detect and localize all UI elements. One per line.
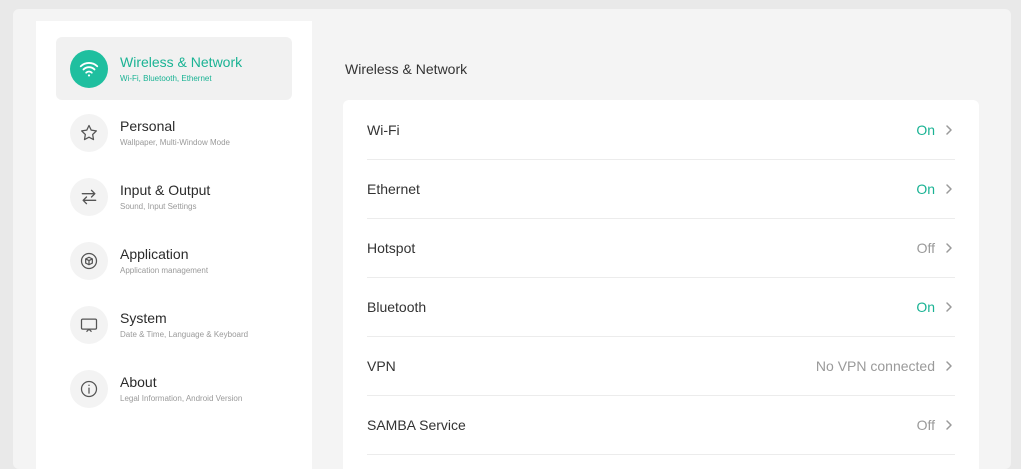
setting-row-bluetooth[interactable]: Bluetooth On (367, 277, 955, 337)
setting-label: VPN (367, 357, 396, 374)
arrows-exchange-icon (70, 177, 108, 216)
setting-row-samba[interactable]: SAMBA Service Off (367, 395, 955, 455)
sidebar-item-subtitle: Application management (120, 265, 209, 275)
sidebar-item-system[interactable]: System Date & Time, Language & Keyboard (56, 293, 292, 356)
status-value: On (916, 121, 935, 138)
sidebar: Wireless & Network Wi-Fi, Bluetooth, Eth… (36, 21, 312, 469)
sidebar-item-wireless-network[interactable]: Wireless & Network Wi-Fi, Bluetooth, Eth… (56, 37, 292, 100)
sidebar-item-input-output[interactable]: Input & Output Sound, Input Settings (56, 165, 292, 228)
page-title: Wireless & Network (345, 61, 468, 77)
wifi-icon (70, 49, 108, 88)
sidebar-item-title: About (120, 373, 157, 390)
chevron-right-icon (943, 419, 955, 431)
setting-row-ethernet[interactable]: Ethernet On (367, 159, 955, 219)
sidebar-item-title: Input & Output (120, 181, 211, 198)
chevron-right-icon (943, 301, 955, 313)
setting-label: SAMBA Service (367, 416, 466, 433)
sidebar-item-subtitle: Sound, Input Settings (120, 201, 197, 211)
setting-label: Hotspot (367, 239, 416, 256)
sidebar-item-about[interactable]: About Legal Information, Android Version (56, 357, 292, 420)
status-value: On (916, 298, 935, 315)
status-value: On (916, 180, 935, 197)
sidebar-item-subtitle: Wi-Fi, Bluetooth, Ethernet (120, 73, 212, 83)
cube-icon (70, 241, 108, 280)
status-value: Off (916, 239, 935, 256)
chevron-right-icon (943, 360, 955, 372)
info-icon (70, 369, 108, 408)
chevron-right-icon (943, 242, 955, 254)
setting-row-wifi[interactable]: Wi-Fi On (367, 100, 955, 160)
setting-row-vpn[interactable]: VPN No VPN connected (367, 336, 955, 396)
sidebar-item-title: Application (120, 245, 189, 262)
sidebar-item-application[interactable]: Application Application management (56, 229, 292, 292)
chevron-right-icon (943, 183, 955, 195)
monitor-icon (70, 305, 108, 344)
sidebar-item-title: Wireless & Network (120, 53, 243, 70)
setting-label: Wi-Fi (367, 121, 400, 138)
setting-row-hotspot[interactable]: Hotspot Off (367, 218, 955, 278)
setting-label: Bluetooth (367, 298, 427, 315)
settings-window: Wireless & Network Wi-Fi, Bluetooth, Eth… (13, 9, 1011, 469)
sidebar-item-subtitle: Date & Time, Language & Keyboard (120, 329, 249, 339)
sidebar-item-title: System (120, 309, 167, 326)
sidebar-item-personal[interactable]: Personal Wallpaper, Multi-Window Mode (56, 101, 292, 164)
star-icon (70, 113, 108, 152)
chevron-right-icon (943, 124, 955, 136)
status-value: No VPN connected (815, 357, 935, 374)
status-value: Off (916, 416, 935, 433)
sidebar-item-title: Personal (120, 117, 176, 134)
setting-label: Ethernet (367, 180, 420, 197)
settings-card: Wi-Fi On Ethernet On Hotspot Off Bluetoo… (343, 100, 979, 469)
sidebar-item-subtitle: Wallpaper, Multi-Window Mode (120, 137, 230, 147)
sidebar-item-subtitle: Legal Information, Android Version (120, 393, 243, 403)
